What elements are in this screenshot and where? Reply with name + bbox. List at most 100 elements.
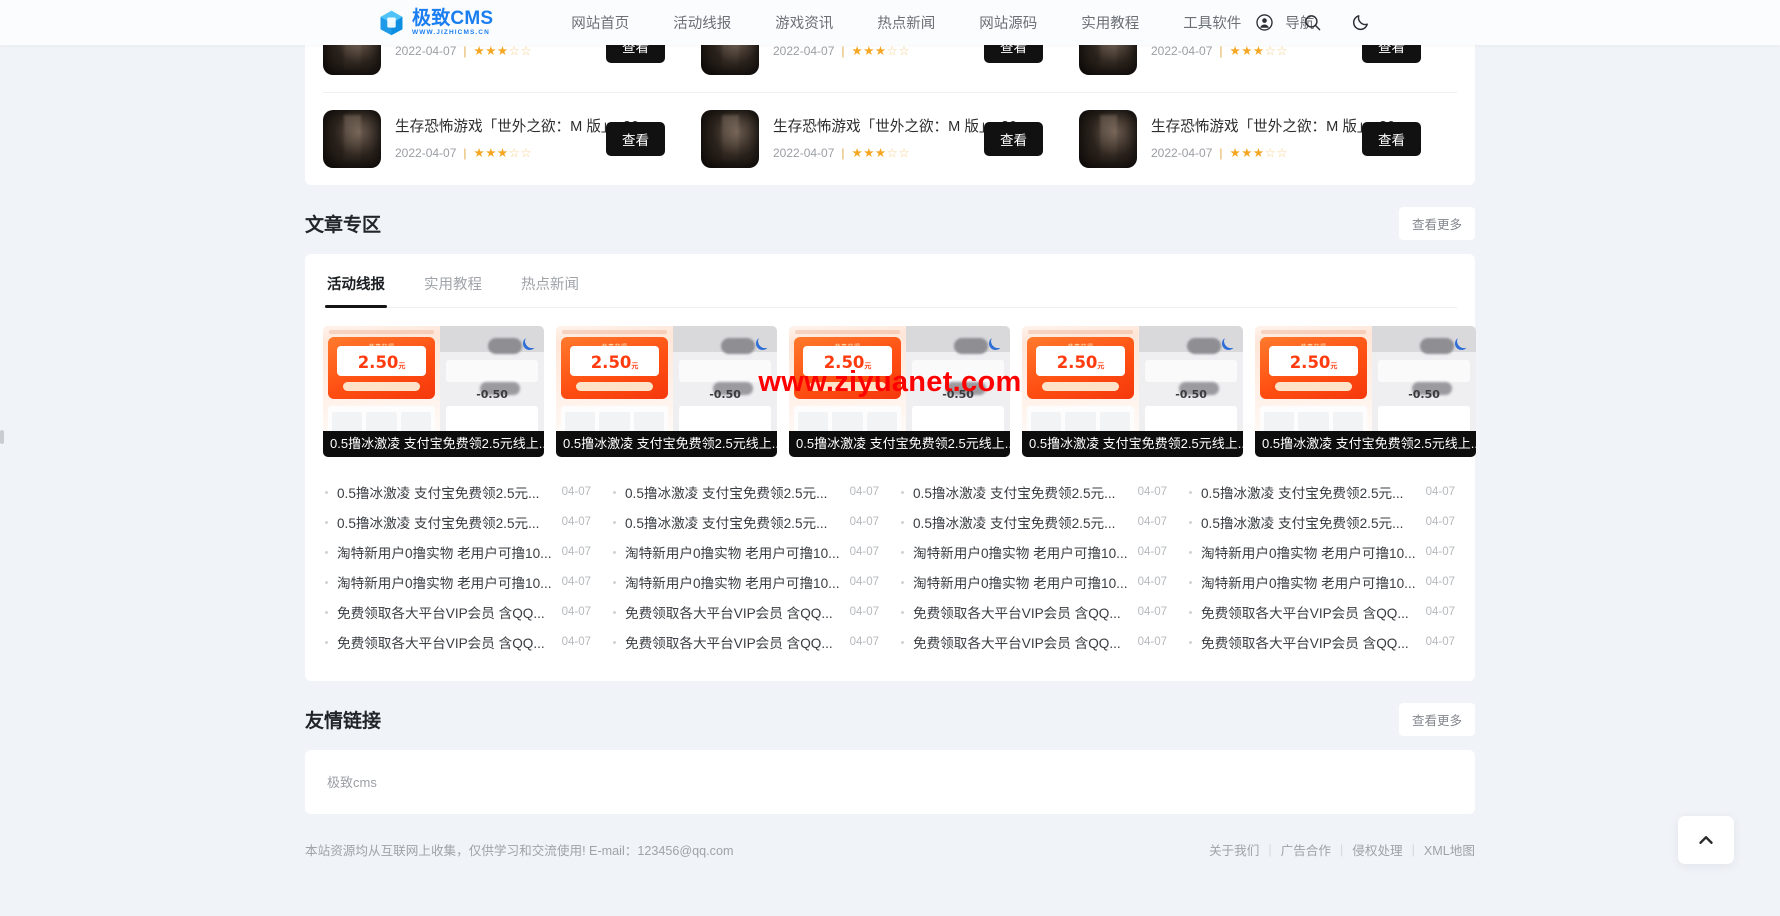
- game-view-button[interactable]: 查看: [1362, 122, 1421, 156]
- list-item[interactable]: 淘特新用户0撸实物 老用户可撸10...04-07: [1189, 537, 1455, 567]
- game-card[interactable]: 生存恐怖游戏「世外之欲：M 版」v2022021...2022-04-07|★★…: [1079, 93, 1457, 185]
- list-item-date: 04-07: [1426, 486, 1455, 498]
- list-item[interactable]: 免费领取各大平台VIP会员 含QQ...04-07: [325, 627, 591, 657]
- list-item-date: 04-07: [850, 606, 879, 618]
- list-item[interactable]: 0.5撸冰激凌 支付宝免费领2.5元...04-07: [613, 507, 879, 537]
- meta-separator: |: [1219, 44, 1222, 58]
- list-item[interactable]: 淘特新用户0撸实物 老用户可撸10...04-07: [613, 537, 879, 567]
- bullet-icon: [1189, 521, 1192, 524]
- list-item[interactable]: 0.5撸冰激凌 支付宝免费领2.5元...04-07: [613, 477, 879, 507]
- article-card-caption: 0.5撸冰激凌 支付宝免费领2.5元线上...: [323, 431, 544, 457]
- logo-title: 极致CMS: [412, 9, 493, 28]
- list-item-title: 淘特新用户0撸实物 老用户可撸10...: [337, 572, 553, 592]
- footer-disclaimer: 本站资源均从互联网上收集，仅供学习和交流使用! E-mail：123456@qq…: [305, 840, 733, 859]
- list-item-date: 04-07: [1138, 636, 1167, 648]
- site-footer: 本站资源均从互联网上收集，仅供学习和交流使用! E-mail：123456@qq…: [305, 814, 1475, 877]
- search-icon[interactable]: [1303, 13, 1322, 32]
- list-item-date: 04-07: [850, 636, 879, 648]
- list-item-date: 04-07: [1138, 576, 1167, 588]
- game-thumbnail: [323, 110, 381, 168]
- site-logo[interactable]: 极致CMS WWW.JIZHICMS.CN: [378, 9, 493, 37]
- tab-1[interactable]: 活动线报: [325, 254, 387, 307]
- chevron-up-icon: [1695, 829, 1717, 851]
- user-icon[interactable]: [1255, 13, 1274, 32]
- list-item[interactable]: 淘特新用户0撸实物 老用户可撸10...04-07: [901, 567, 1167, 597]
- list-item-date: 04-07: [1138, 486, 1167, 498]
- footer-link[interactable]: 侵权处理: [1352, 840, 1402, 859]
- tab-3[interactable]: 热点新闻: [519, 254, 581, 307]
- nav-item-home[interactable]: 网站首页: [571, 12, 629, 33]
- nav-item-hot-news[interactable]: 热点新闻: [877, 12, 935, 33]
- nav-item-tools[interactable]: 工具软件: [1183, 12, 1241, 33]
- friend-link-item[interactable]: 极致cms: [327, 775, 377, 790]
- nav-item-tutorials[interactable]: 实用教程: [1081, 12, 1139, 33]
- article-card-caption: 0.5撸冰激凌 支付宝免费领2.5元线上...: [789, 431, 1010, 457]
- moon-icon[interactable]: [1351, 13, 1370, 32]
- list-item[interactable]: 免费领取各大平台VIP会员 含QQ...04-07: [1189, 597, 1455, 627]
- game-date: 2022-04-07: [395, 44, 456, 58]
- scroll-edge-indicator[interactable]: [0, 430, 4, 444]
- nav-item-source-code[interactable]: 网站源码: [979, 12, 1037, 33]
- footer-link[interactable]: 关于我们: [1209, 840, 1259, 859]
- list-item-title: 0.5撸冰激凌 支付宝免费领2.5元...: [1201, 512, 1417, 532]
- list-item[interactable]: 淘特新用户0撸实物 老用户可撸10...04-07: [325, 537, 591, 567]
- game-card[interactable]: 生存恐怖游戏「世外之欲：M 版」v2022021...2022-04-07|★★…: [323, 93, 701, 185]
- bullet-icon: [901, 641, 904, 644]
- meta-separator: |: [1219, 146, 1222, 160]
- article-card[interactable]: 恭喜获得2.50元-0.500.5撸冰激凌 支付宝免费领2.5元线上...: [1022, 326, 1243, 457]
- list-item[interactable]: 免费领取各大平台VIP会员 含QQ...04-07: [613, 597, 879, 627]
- list-item[interactable]: 0.5撸冰激凌 支付宝免费领2.5元...04-07: [325, 507, 591, 537]
- list-item[interactable]: 免费领取各大平台VIP会员 含QQ...04-07: [901, 597, 1167, 627]
- article-card[interactable]: 恭喜获得2.50元-0.500.5撸冰激凌 支付宝免费领2.5元线上...: [1255, 326, 1476, 457]
- article-card[interactable]: 恭喜获得2.50元-0.500.5撸冰激凌 支付宝免费领2.5元线上...: [789, 326, 1010, 457]
- game-view-button[interactable]: 查看: [984, 122, 1043, 156]
- bullet-icon: [901, 611, 904, 614]
- list-item[interactable]: 免费领取各大平台VIP会员 含QQ... 04-07: [613, 627, 879, 657]
- list-item-date: 04-07: [850, 486, 879, 498]
- articles-more-button[interactable]: 查看更多: [1399, 207, 1475, 240]
- game-rating-stars: ★★★☆☆: [1230, 145, 1289, 160]
- site-header: 极致CMS WWW.JIZHICMS.CN 网站首页 活动线报 游戏资讯 热点新闻 网站…: [0, 0, 1780, 45]
- list-item[interactable]: 免费领取各大平台VIP会员 含QQ...04-07: [1189, 627, 1455, 657]
- tab-2[interactable]: 实用教程: [422, 254, 484, 307]
- list-item-title: 免费领取各大平台VIP会员 含QQ...: [337, 602, 553, 622]
- friend-links-more-button[interactable]: 查看更多: [1399, 703, 1475, 736]
- list-item[interactable]: 免费领取各大平台VIP会员 含QQ...04-07: [325, 597, 591, 627]
- list-item[interactable]: 0.5撸冰激凌 支付宝免费领2.5元...04-07: [901, 477, 1167, 507]
- bullet-icon: [325, 551, 328, 554]
- article-list-column: 0.5撸冰激凌 支付宝免费领2.5元...04-070.5撸冰激凌 支付宝免费领…: [1189, 477, 1455, 657]
- list-item[interactable]: 0.5撸冰激凌 支付宝免费领2.5元...04-07: [325, 477, 591, 507]
- footer-link[interactable]: 广告合作: [1281, 840, 1331, 859]
- list-item[interactable]: 0.5撸冰激凌 支付宝免费领2.5元...04-07: [1189, 477, 1455, 507]
- footer-link[interactable]: XML地图: [1424, 840, 1475, 859]
- list-item[interactable]: 免费领取各大平台VIP会员 含QQ...04-07: [901, 627, 1167, 657]
- article-card[interactable]: 恭喜获得2.50元-0.500.5撸冰激凌 支付宝免费领2.5元线上...: [323, 326, 544, 457]
- list-item-date: 04-07: [562, 546, 591, 558]
- list-item[interactable]: 淘特新用户0撸实物 老用户可撸10...04-07: [901, 537, 1167, 567]
- bullet-icon: [1189, 581, 1192, 584]
- nav-item-activity[interactable]: 活动线报: [673, 12, 731, 33]
- promo-negative-amount: -0.50: [1139, 388, 1243, 401]
- list-item[interactable]: 淘特新用户0撸实物 老用户可撸10...04-07: [1189, 567, 1455, 597]
- list-item[interactable]: 淘特新用户0撸实物 老用户可撸10...04-07: [325, 567, 591, 597]
- nav-item-game-news[interactable]: 游戏资讯: [775, 12, 833, 33]
- list-item-date: 04-07: [1138, 606, 1167, 618]
- list-item[interactable]: 0.5撸冰激凌 支付宝免费领2.5元...04-07: [901, 507, 1167, 537]
- game-card[interactable]: 生存恐怖游戏「世外之欲：M 版」v2022021...2022-04-07|★★…: [701, 93, 1079, 185]
- article-card-caption: 0.5撸冰激凌 支付宝免费领2.5元线上...: [1022, 431, 1243, 457]
- game-rating-stars: ★★★☆☆: [474, 145, 533, 160]
- article-card[interactable]: 恭喜获得2.50元-0.500.5撸冰激凌 支付宝免费领2.5元线上...: [556, 326, 777, 457]
- list-item-date: 04-07: [1426, 636, 1455, 648]
- back-to-top-button[interactable]: [1678, 816, 1734, 864]
- list-item[interactable]: 0.5撸冰激凌 支付宝免费领2.5元...04-07: [1189, 507, 1455, 537]
- bullet-icon: [613, 551, 616, 554]
- article-list-column: 0.5撸冰激凌 支付宝免费领2.5元...04-070.5撸冰激凌 支付宝免费领…: [325, 477, 591, 657]
- footer-link-separator: |: [1412, 843, 1415, 857]
- article-list-column: 0.5撸冰激凌 支付宝免费领2.5元...04-070.5撸冰激凌 支付宝免费领…: [613, 477, 879, 657]
- bullet-icon: [613, 581, 616, 584]
- bullet-icon: [325, 641, 328, 644]
- list-item-title: 免费领取各大平台VIP会员 含QQ...: [625, 632, 841, 652]
- game-view-button[interactable]: 查看: [606, 122, 665, 156]
- articles-panel: 活动线报实用教程热点新闻 恭喜获得2.50元-0.500.5撸冰激凌 支付宝免费…: [305, 254, 1475, 681]
- list-item[interactable]: 淘特新用户0撸实物 老用户可撸10...04-07: [613, 567, 879, 597]
